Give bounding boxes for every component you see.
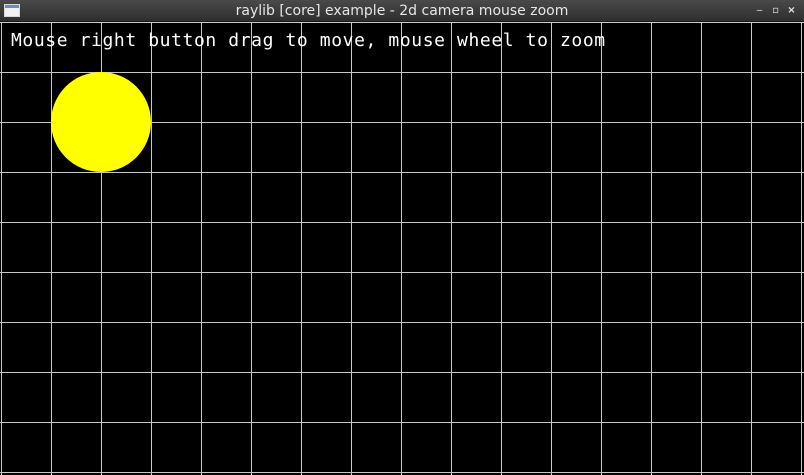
instructions-text: Mouse right button drag to move, mouse w… (11, 30, 606, 51)
maximize-button[interactable]: ▫ (768, 3, 783, 18)
minimize-button[interactable]: ‒ (752, 3, 767, 18)
window-title: raylib [core] example - 2d camera mouse … (235, 3, 569, 19)
close-button[interactable]: × (784, 3, 799, 18)
camera-canvas[interactable]: Mouse right button drag to move, mouse w… (0, 22, 804, 475)
yellow-circle (51, 72, 151, 172)
app-window: raylib [core] example - 2d camera mouse … (0, 0, 804, 475)
scene-svg (0, 22, 804, 475)
title-bar[interactable]: raylib [core] example - 2d camera mouse … (0, 0, 804, 22)
